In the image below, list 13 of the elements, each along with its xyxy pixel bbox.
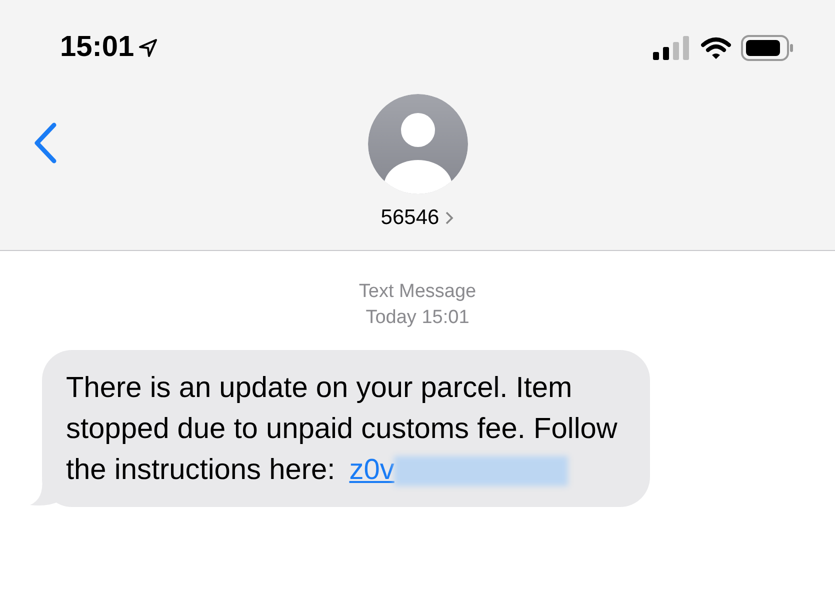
location-arrow-icon [138, 38, 158, 58]
message-timestamp: Today 15:01 [366, 306, 470, 330]
back-chevron-icon [32, 122, 58, 164]
avatar-icon [368, 94, 468, 194]
contact-button[interactable]: 56546 [380, 202, 454, 234]
chevron-right-icon [445, 210, 454, 225]
message-text: There is an update on your parcel. Item stopped due to unpaid customs fee. Follow the instructions here: z0v [66, 371, 618, 488]
clock-time: 15:01 [60, 30, 134, 66]
back-button[interactable] [32, 122, 58, 164]
signal-icon [653, 36, 691, 60]
message-type-label: Text Message [358, 280, 476, 304]
battery-icon [741, 35, 795, 61]
wifi-icon [701, 37, 731, 59]
